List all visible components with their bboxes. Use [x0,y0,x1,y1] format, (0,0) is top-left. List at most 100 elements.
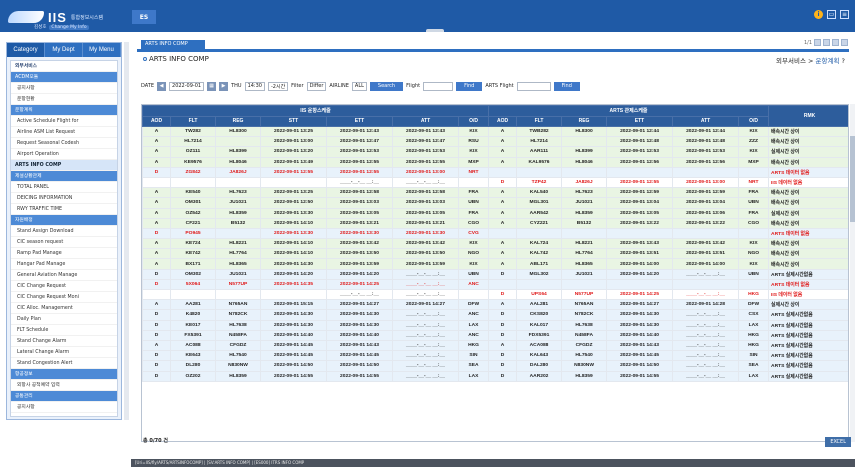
col-rmk[interactable]: RMK [768,105,848,127]
vertical-scrollbar[interactable] [850,104,855,442]
tab-my-dept[interactable]: My Dept [45,43,83,57]
breadcrumb-item-2[interactable]: 운항계획 [816,57,840,65]
table-row[interactable]: D OM302 JU1021 2022-09-01 14:20 2022-09-01 1… [142,268,848,280]
table-row[interactable]: ____-__-__ __:__ ____-__-__ __:__ D TZP42 JA… [142,176,848,189]
sidebar-item[interactable]: RWY TRAFFIC TIME [11,204,117,215]
sidebar-splitter[interactable] [124,42,129,420]
sidebar-item[interactable]: DEICING INFORMATION [11,193,117,204]
sidebar-item[interactable]: 외항사 공적예약 입력 [11,380,117,391]
sidebar-item[interactable]: CIC Change Request [11,281,117,292]
help-icon[interactable]: ? [842,57,845,65]
sidebar-item[interactable]: TOTAL PANEL [11,182,117,193]
change-my-info-button[interactable]: Change My Info [49,24,89,30]
sidebar-item[interactable]: CIC Alloc. Management [11,303,117,314]
table-row[interactable]: D KE017 HL7638 2022-09-01 14:30 2022-09-01 1… [142,319,848,331]
sidebar-item[interactable]: ARTS INFO COMP [11,160,117,171]
sidebar-item[interactable]: 운항현황 [11,94,117,105]
table-row[interactable]: D PO945 2022-09-01 13:30 2022-09-01 13:30 20… [142,227,848,240]
scroll-thumb[interactable] [850,136,855,222]
table-row[interactable]: A OZ542 HL8359 2022-09-01 13:30 2022-09-01 1… [142,207,848,219]
table-row[interactable]: A BX171 HL8365 2022-09-01 14:30 2022-09-01 1… [142,258,848,270]
sidebar-item[interactable]: ACDM모듈 [11,72,117,83]
column-header[interactable]: FLT [516,115,563,127]
tab-category[interactable]: Category [7,43,45,57]
sidebar-item[interactable]: Ramp Pad Manage [11,248,117,259]
sidebar-item[interactable]: Airport Operation [11,149,117,160]
sidebar-item[interactable]: CIC season request [11,237,117,248]
table-row[interactable]: A KE742 HL7764 2022-09-01 14:10 2022-09-01 1… [142,248,848,260]
table-row[interactable]: D OZ202 HL8359 2022-09-01 14:55 2022-09-01 1… [142,370,848,382]
sidebar-item[interactable]: CIC Change Request Moni [11,292,117,303]
breadcrumb-item-1[interactable]: 외부서비스 [776,57,806,65]
sidebar-item[interactable]: 제설상황관제 [11,171,117,182]
column-header[interactable]: REG [561,115,608,127]
tab-my-menu[interactable]: My Menu [83,43,121,57]
sidebar-item[interactable]: Hangar Pad Manage [11,259,117,270]
sidebar-item[interactable]: 공지사항 [11,83,117,94]
table-row[interactable]: A AC088 CFGDZ 2022-09-01 14:45 2022-09-01 14… [142,339,848,352]
column-header[interactable]: O/D [738,115,770,127]
sidebar-item[interactable]: Daily Plan [11,314,117,325]
find-arts-button[interactable]: Find [553,81,580,91]
time-input[interactable]: 14:30 [244,81,265,91]
sidebar-item[interactable]: 항공정보 [11,369,117,380]
tab-next-icon[interactable] [823,39,830,46]
column-header[interactable]: FLT [170,115,216,127]
column-header[interactable]: ATT [672,115,740,127]
table-row[interactable]: D ZG842 JA826J 2022-09-01 12:55 2022-09-01 1… [142,166,848,178]
filter-select[interactable]: Differ [306,81,327,91]
sidebar-item[interactable]: 운항계획 [11,105,117,116]
date-next-button[interactable]: ▶ [219,81,229,91]
table-row[interactable]: D FX5391 N458FA 2022-09-01 14:40 2022-09-01 … [142,329,848,341]
sidebar-item[interactable]: General Aviation Manage [11,270,117,281]
table-row[interactable]: A CF221 B5132 2022-09-01 14:10 2022-09-01 13… [142,217,848,229]
info-icon[interactable]: i [814,10,823,19]
table-row[interactable]: D DL280 N830NW 2022-09-01 14:50 2022-09-01 1… [142,360,848,372]
range-select[interactable]: -2시간 [267,81,289,91]
sidebar-item[interactable]: 외부서비스 [11,61,117,72]
table-row[interactable]: ____-__-__ __:__ ____-__-__ __:__ D UPS64 N5… [142,288,848,301]
column-header[interactable]: AOD [488,115,518,127]
column-header[interactable]: ETT [326,115,393,127]
table-row[interactable]: A TW282 HL8300 2022-09-01 13:25 2022-09-01 1… [142,125,848,138]
column-header[interactable]: REG [215,115,261,127]
tab-list-icon[interactable] [832,39,839,46]
table-row[interactable]: A OM301 JU1021 2022-09-01 12:50 2022-09-01 1… [142,197,848,209]
table-row[interactable]: D K4820 N782CK 2022-09-01 14:30 2022-09-01 1… [142,309,848,321]
menu-icon[interactable]: ≡ [840,10,849,19]
column-header[interactable]: AOD [142,115,171,127]
tab-prev-icon[interactable] [814,39,821,46]
sidebar-item[interactable]: Airline ASM List Request [11,127,117,138]
calendar-icon[interactable]: ▦ [207,81,217,91]
table-row[interactable]: A AA281 N765AN 2022-09-01 15:15 2022-09-01 1… [142,299,848,311]
sidebar-item[interactable]: Stand Assign Download [11,226,117,237]
sidebar-item[interactable]: 공통관리 [11,391,117,402]
top-tab-es[interactable]: ES [132,10,156,24]
sidebar-item[interactable]: Lateral Change Alarm [11,347,117,358]
find-button[interactable]: Find [456,81,483,91]
table-row[interactable]: A KE9576 HL8046 2022-09-01 13:49 2022-09-01 … [142,156,848,168]
column-header[interactable]: STT [260,115,327,127]
sidebar-item[interactable]: Request Seasonal Codesh [11,138,117,149]
column-header[interactable]: O/D [457,115,490,127]
date-input[interactable]: 2022-09-01 [169,81,205,91]
table-row[interactable]: D KE643 HL7540 2022-09-01 14:45 2022-09-01 1… [142,350,848,362]
page-tab[interactable]: ARTS INFO COMP [141,40,205,49]
sidebar-item[interactable]: Stand Congestion Alert [11,358,117,369]
table-row[interactable]: A KE724 HL8221 2022-09-01 14:10 2022-09-01 1… [142,238,848,250]
table-row[interactable]: A HL7214 2022-09-01 13:00 2022-09-01 12:47 2… [142,136,848,148]
sidebar-item[interactable]: 공지사항 [11,402,117,413]
sidebar-item[interactable]: Active Schedule Flight for [11,116,117,127]
tab-close-icon[interactable] [841,39,848,46]
table-row[interactable]: D 5X064 N577UP 2022-09-01 14:35 2022-09-01 1… [142,278,848,291]
search-button[interactable]: Search [369,81,404,91]
table-row[interactable]: A KE540 HL7623 2022-09-01 13:25 2022-09-01 1… [142,187,848,199]
sidebar-item[interactable]: FLT Schedule [11,325,117,336]
window-icon[interactable]: ▭ [827,10,836,19]
sidebar-item[interactable]: Stand Change Alarm [11,336,117,347]
arts-flight-input[interactable] [516,81,551,91]
excel-button[interactable]: EXCEL [825,437,851,447]
sidebar-item[interactable]: 자원배정 [11,215,117,226]
date-prev-button[interactable]: ◀ [157,81,167,91]
airline-select[interactable]: ALL [351,81,367,91]
